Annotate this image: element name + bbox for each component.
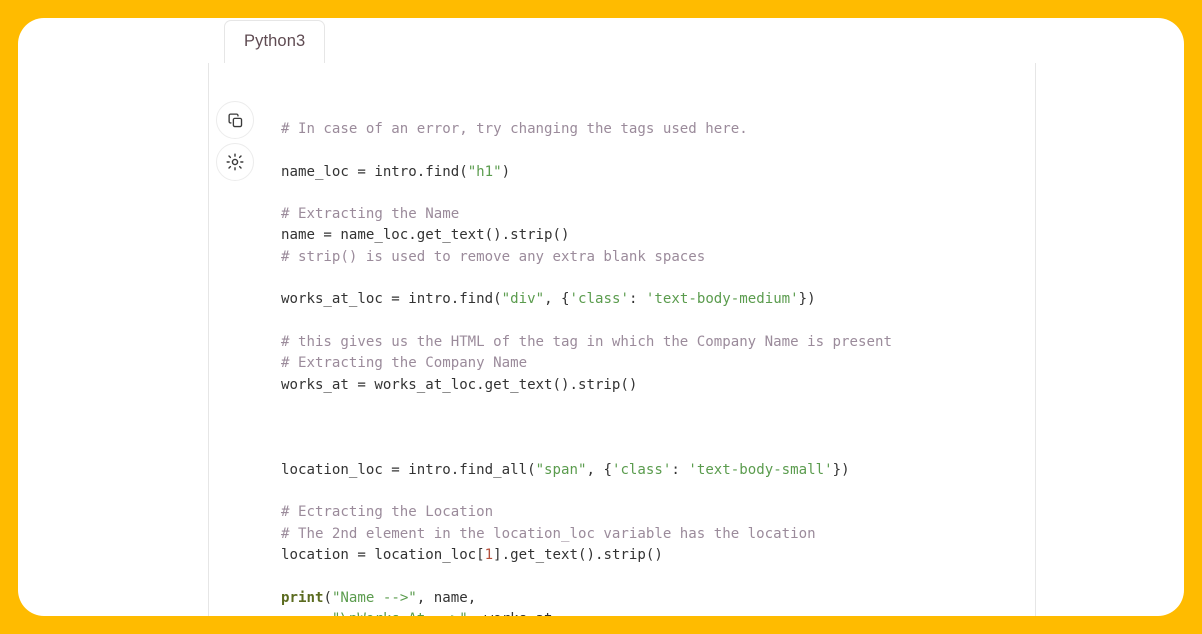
- code-token: # strip() is used to remove any extra bl…: [281, 248, 706, 265]
- page-canvas: Python3 # In case of an error, try chang…: [18, 18, 1184, 616]
- toggle-theme-button[interactable]: [216, 143, 254, 181]
- code-line: # this gives us the HTML of the tag in w…: [281, 332, 1035, 353]
- code-token: :: [671, 461, 689, 478]
- code-token: # The 2nd element in the location_loc va…: [281, 525, 816, 542]
- copy-code-button[interactable]: [216, 101, 254, 139]
- editor-tabstrip: Python3: [208, 18, 1036, 64]
- code-line: ​: [281, 417, 1035, 438]
- orange-page-frame: Python3 # In case of an error, try chang…: [0, 0, 1202, 634]
- code-token: "h1": [467, 163, 502, 180]
- code-token: "span": [535, 461, 587, 478]
- code-line: ​: [281, 396, 1035, 417]
- code-line: # Extracting the Company Name: [281, 353, 1035, 374]
- code-line: print("Name -->", name,: [281, 588, 1035, 609]
- sun-icon: [226, 153, 244, 171]
- code-line: # In case of an error, try changing the …: [281, 119, 1035, 140]
- code-token: name_loc = intro.find(: [281, 163, 468, 180]
- code-token: :: [628, 291, 646, 308]
- code-token: }): [832, 461, 850, 478]
- code-line: name_loc = intro.find("h1"): [281, 162, 1035, 183]
- code-block[interactable]: # In case of an error, try changing the …: [281, 119, 1035, 616]
- code-token: , {: [544, 291, 570, 308]
- code-token: , name,: [416, 589, 477, 606]
- code-token: location = location_loc[: [281, 546, 485, 563]
- code-line: name = name_loc.get_text().strip(): [281, 225, 1035, 246]
- code-line: ​: [281, 183, 1035, 204]
- code-line: ​: [281, 268, 1035, 289]
- code-token: location_loc = intro.find_all(: [281, 461, 536, 478]
- code-token: # Ectracting the Location: [281, 504, 494, 521]
- code-token: # In case of an error, try changing the …: [281, 121, 748, 137]
- code-line: "\nWorks At -->", works_at,: [281, 609, 1035, 616]
- code-token: 'class': [611, 461, 672, 478]
- code-token: 1: [484, 546, 494, 563]
- tab-python3[interactable]: Python3: [224, 20, 326, 64]
- code-token: "\nWorks At -->": [332, 611, 468, 616]
- code-token: # this gives us the HTML of the tag in w…: [281, 333, 892, 350]
- code-line: # Ectracting the Location: [281, 502, 1035, 523]
- code-line: ​: [281, 311, 1035, 332]
- code-token: 'text-body-medium': [645, 291, 799, 308]
- code-token: 'text-body-small': [688, 461, 833, 478]
- code-line: location_loc = intro.find_all("span", {'…: [281, 460, 1035, 481]
- code-line: # Extracting the Name: [281, 204, 1035, 225]
- code-token: works_at_loc = intro.find(: [281, 291, 502, 308]
- code-token: "Name -->": [331, 589, 417, 606]
- code-panel: # In case of an error, try changing the …: [208, 63, 1036, 616]
- code-token: works_at = works_at_loc.get_text().strip…: [281, 376, 638, 393]
- code-token: ].get_text().strip(): [493, 546, 663, 563]
- code-line: location = location_loc[1].get_text().st…: [281, 545, 1035, 566]
- code-line: ​: [281, 140, 1035, 161]
- code-line: ​: [281, 566, 1035, 587]
- code-token: # Extracting the Name: [281, 206, 460, 223]
- code-line: # strip() is used to remove any extra bl…: [281, 247, 1035, 268]
- code-token: print: [281, 589, 324, 606]
- code-token: (: [323, 589, 332, 606]
- code-token: ): [501, 163, 511, 180]
- code-line: ​: [281, 481, 1035, 502]
- code-line: works_at_loc = intro.find("div", {'class…: [281, 289, 1035, 310]
- code-line: # The 2nd element in the location_loc va…: [281, 524, 1035, 545]
- code-action-buttons: [216, 101, 260, 185]
- code-token: , works_at,: [468, 611, 561, 616]
- code-line: ​: [281, 438, 1035, 459]
- copy-icon: [227, 112, 244, 129]
- code-token: name = name_loc.get_text().strip(): [281, 227, 570, 244]
- code-token: "div": [501, 291, 545, 308]
- code-token: 'class': [569, 291, 629, 308]
- code-token: # Extracting the Company Name: [281, 355, 528, 372]
- code-token: , {: [586, 461, 612, 478]
- code-token: }): [798, 291, 816, 308]
- code-line: works_at = works_at_loc.get_text().strip…: [281, 375, 1035, 396]
